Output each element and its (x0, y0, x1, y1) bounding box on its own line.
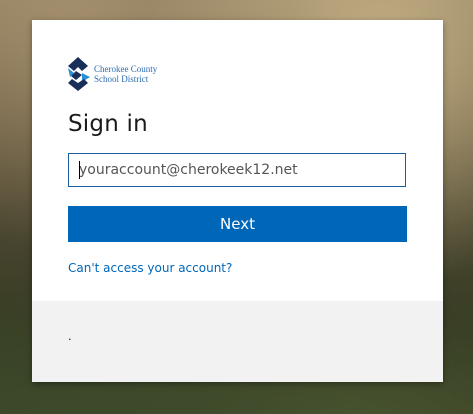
footer-text: . (68, 328, 72, 343)
cant-access-account-link[interactable]: Can't access your account? (68, 261, 232, 275)
signin-card: Cherokee County School District Sign in … (32, 20, 443, 382)
signin-form: Cherokee County School District Sign in … (32, 20, 443, 301)
text-caret (79, 161, 80, 179)
cherokee-county-logo-icon (68, 57, 90, 91)
org-name-line2: School District (94, 74, 149, 84)
next-button[interactable]: Next (68, 206, 407, 242)
page-title: Sign in (68, 111, 148, 137)
org-logo: Cherokee County School District (68, 57, 157, 91)
card-footer: . (32, 301, 443, 382)
org-name: Cherokee County School District (94, 64, 157, 84)
org-name-line1: Cherokee County (94, 64, 158, 74)
email-input[interactable] (68, 153, 406, 187)
